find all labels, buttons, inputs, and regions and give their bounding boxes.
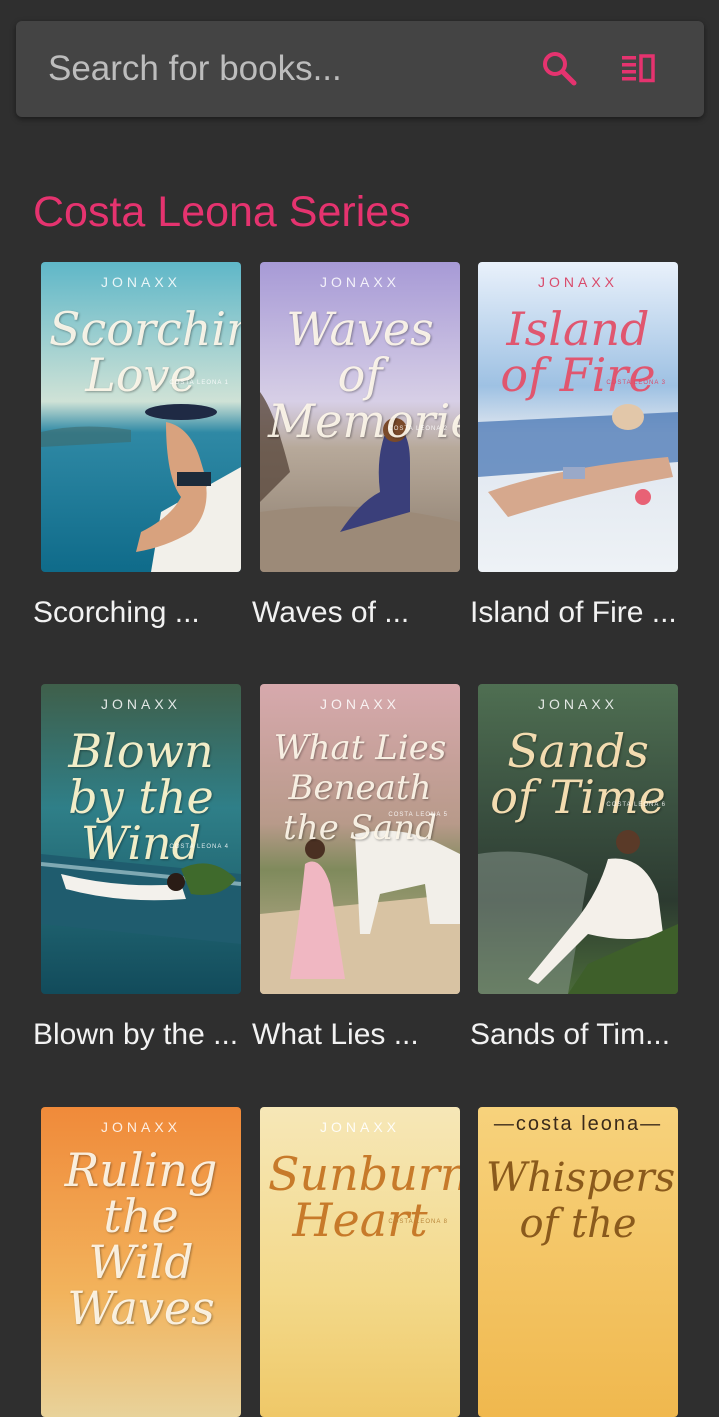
book-cover: JONAXX Sunburned Heart COSTA LEONA 8: [260, 1107, 460, 1417]
book-cover: JONAXX What Lies Beneath the Sand COSTA …: [260, 684, 460, 994]
book-cover: JONAXX Island of Fire COSTA LEONA 3: [478, 262, 678, 572]
book-cover: JONAXX Sands of Time COSTA LEONA 6: [478, 684, 678, 994]
book-card[interactable]: JONAXX Scorching Love COSTA LEONA 1 Scor…: [33, 262, 251, 629]
book-card[interactable]: JONAXX Sands of Time COSTA LEONA 6 Sands…: [470, 684, 688, 1051]
book-card[interactable]: JONAXX Island of Fire COSTA LEONA 3 Isla…: [470, 262, 688, 629]
book-title[interactable]: Waves of ...: [252, 596, 468, 630]
book-title[interactable]: Scorching ...: [33, 596, 249, 630]
book-card[interactable]: JONAXX Blown by the Wind COSTA LEONA 4 B…: [33, 684, 251, 1051]
book-card[interactable]: JONAXX What Lies Beneath the Sand COSTA …: [252, 684, 470, 1051]
search-bar: [16, 21, 704, 117]
book-cover: JONAXX Blown by the Wind COSTA LEONA 4: [41, 684, 241, 994]
list-view-icon[interactable]: [616, 47, 660, 91]
search-input[interactable]: [48, 45, 508, 93]
section-title: Costa Leona Series: [33, 188, 411, 236]
book-title[interactable]: What Lies ...: [252, 1018, 468, 1052]
book-title[interactable]: Island of Fire ...: [470, 596, 686, 630]
book-cover: —costa leona— Whispers of the: [478, 1107, 678, 1417]
book-cover: JONAXX Scorching Love COSTA LEONA 1: [41, 262, 241, 572]
book-cover: JONAXX Waves of Memories COSTA LEONA 2: [260, 262, 460, 572]
book-card[interactable]: JONAXX Sunburned Heart COSTA LEONA 8: [252, 1107, 470, 1417]
book-cover: JONAXX Ruling the Wild Waves: [41, 1107, 241, 1417]
book-title[interactable]: Sands of Tim...: [470, 1018, 686, 1052]
book-card[interactable]: JONAXX Ruling the Wild Waves: [33, 1107, 251, 1417]
book-title[interactable]: Blown by the ...: [33, 1018, 249, 1052]
book-card[interactable]: —costa leona— Whispers of the: [470, 1107, 688, 1417]
search-icon[interactable]: [538, 47, 582, 91]
book-card[interactable]: JONAXX Waves of Memories COSTA LEONA 2 W…: [252, 262, 470, 629]
